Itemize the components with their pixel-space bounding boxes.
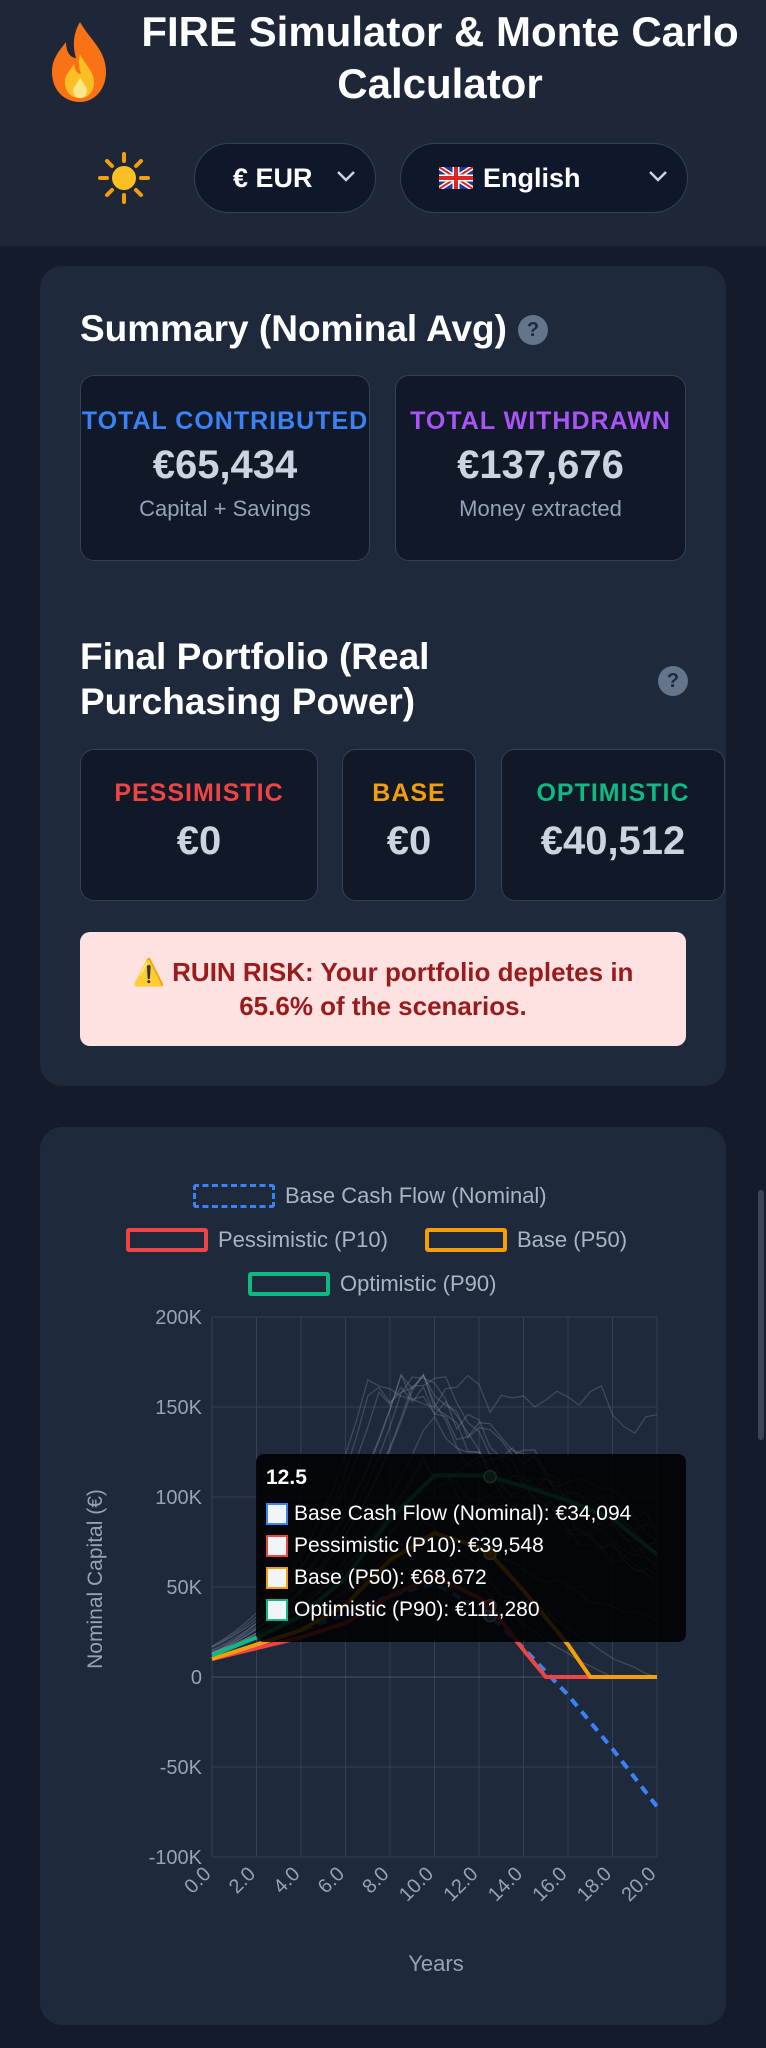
fire-icon [52, 22, 106, 102]
currency-select-value: € EUR [233, 162, 313, 193]
final-portfolio-help-button[interactable]: ? [658, 666, 688, 696]
pessimistic-label: PESSIMISTIC [114, 779, 284, 807]
x-axis-label: Years [408, 1951, 463, 1976]
ruin-risk-alert: ⚠️ RUIN RISK: Your portfolio depletes in… [80, 932, 686, 1046]
tooltip-row: Base (P50): €68,672 [266, 1562, 676, 1594]
y-tick-label: 100K [155, 1487, 202, 1509]
page-scrollbar[interactable] [758, 1190, 764, 1440]
chevron-down-icon [337, 171, 355, 182]
chevron-down-icon [649, 171, 667, 182]
chart-tooltip: 12.5 Base Cash Flow (Nominal): €34,094 P… [256, 1454, 686, 1642]
page-title: FIRE Simulator & Monte Carlo Calculator [141, 8, 739, 107]
tooltip-swatch [266, 1599, 288, 1621]
tooltip-row-label: Optimistic (P90): €111,280 [294, 1598, 540, 1621]
y-tick-label: 50K [166, 1577, 202, 1599]
optimistic-label: OPTIMISTIC [536, 779, 690, 807]
x-tick-label: 20.0 [617, 1863, 660, 1906]
y-tick-label: 200K [155, 1307, 202, 1329]
y-tick-label: -50K [160, 1757, 203, 1779]
x-tick-label: 10.0 [395, 1863, 438, 1906]
x-tick-label: 18.0 [573, 1863, 616, 1906]
total-contributed-card: TOTAL CONTRIBUTED €65,434 Capital + Savi… [80, 375, 370, 561]
tooltip-row-label: Base Cash Flow (Nominal): €34,094 [294, 1502, 632, 1525]
y-tick-label: 0 [191, 1667, 202, 1689]
optimistic-value: €40,512 [540, 819, 686, 863]
x-tick-label: 4.0 [269, 1863, 304, 1898]
uk-flag-icon [439, 167, 473, 189]
base-card: BASE €0 [342, 749, 476, 901]
total-contributed-sub: Capital + Savings [139, 496, 311, 521]
x-tick-label: 2.0 [225, 1863, 260, 1898]
tooltip-swatch [266, 1503, 288, 1525]
currency-select[interactable]: € EUR [194, 143, 376, 213]
x-tick-label: 14.0 [484, 1863, 527, 1906]
tooltip-row: Optimistic (P90): €111,280 [266, 1594, 676, 1626]
chart-card: Base Cash Flow (Nominal) Pessimistic (P1… [40, 1127, 726, 2025]
language-select-value: English [483, 162, 581, 193]
y-axis-label: Nominal Capital (€) [84, 1489, 107, 1669]
total-withdrawn-card: TOTAL WITHDRAWN €137,676 Money extracted [395, 375, 686, 561]
ruin-risk-text: ⚠️ RUIN RISK: Your portfolio depletes in… [132, 957, 634, 1021]
total-withdrawn-value: €137,676 [457, 443, 624, 487]
tooltip-row-label: Pessimistic (P10): €39,548 [294, 1534, 544, 1557]
x-tick-label: 12.0 [439, 1863, 482, 1906]
total-withdrawn-label: TOTAL WITHDRAWN [410, 407, 671, 435]
app-header: FIRE Simulator & Monte Carlo Calculator … [0, 0, 766, 246]
language-select[interactable]: English [400, 143, 688, 213]
final-portfolio-title: Final Portfolio (Real Purchasing Power) [80, 636, 430, 722]
x-tick-label: 16.0 [528, 1863, 571, 1906]
total-withdrawn-sub: Money extracted [459, 496, 622, 521]
tooltip-title: 12.5 [266, 1466, 307, 1489]
x-tick-label: 6.0 [314, 1863, 349, 1898]
tooltip-row: Base Cash Flow (Nominal): €34,094 [266, 1498, 676, 1530]
total-contributed-value: €65,434 [152, 443, 298, 487]
tooltip-row-label: Base (P50): €68,672 [294, 1566, 487, 1589]
tooltip-row: Pessimistic (P10): €39,548 [266, 1530, 676, 1562]
tooltip-swatch [266, 1535, 288, 1557]
base-value: €0 [386, 819, 432, 863]
sun-icon[interactable] [96, 150, 152, 206]
total-contributed-label: TOTAL CONTRIBUTED [81, 407, 369, 435]
base-label: BASE [372, 779, 446, 807]
summary-help-button[interactable]: ? [518, 315, 548, 345]
y-tick-label: 150K [155, 1397, 202, 1419]
optimistic-card: OPTIMISTIC €40,512 [501, 749, 725, 901]
tooltip-swatch [266, 1567, 288, 1589]
pessimistic-value: €0 [176, 819, 222, 863]
x-tick-label: 8.0 [358, 1863, 393, 1898]
y-tick-label: -100K [149, 1847, 203, 1869]
summary-title: Summary (Nominal Avg) [80, 308, 507, 349]
pessimistic-card: PESSIMISTIC €0 [80, 749, 318, 901]
summary-card: Summary (Nominal Avg) ? TOTAL CONTRIBUTE… [40, 266, 726, 1086]
